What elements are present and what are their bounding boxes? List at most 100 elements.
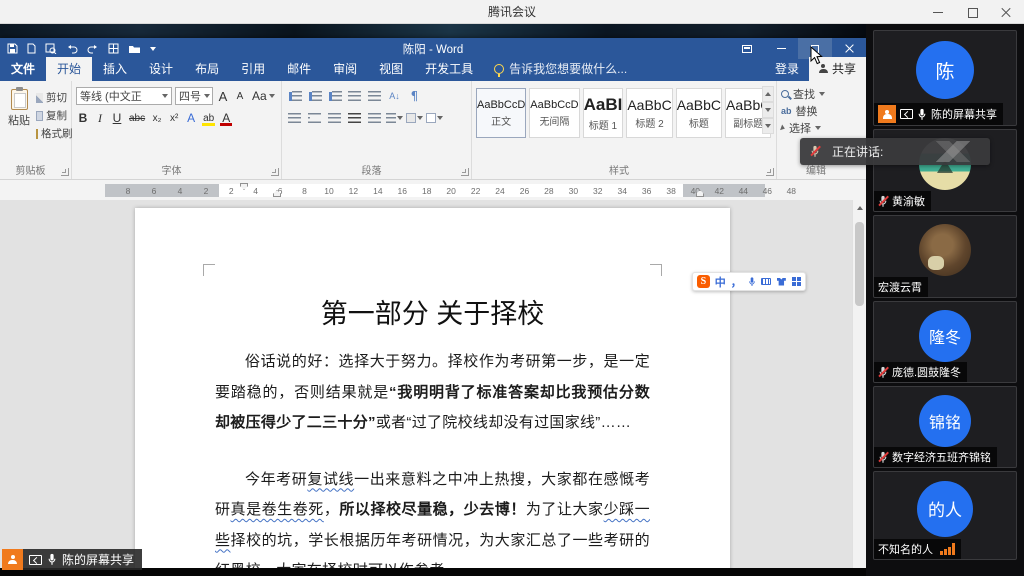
tab-design[interactable]: 设计 [138,57,184,81]
align-left-icon[interactable] [286,109,303,127]
style-title[interactable]: AaBbC 标题 [675,88,723,138]
replace-button[interactable]: ab 替换 [781,102,861,119]
subscript-button[interactable]: x₂ [150,109,164,127]
draw-table-icon[interactable] [108,43,119,54]
print-preview-icon[interactable] [45,43,57,54]
meeting-title: 腾讯会议 [487,5,536,19]
sort-icon[interactable]: A↓ [386,87,403,105]
styles-scroll-down-icon[interactable] [762,102,774,118]
participant-tile-6[interactable]: 的人 不知名的人 [873,471,1017,560]
increase-indent-icon[interactable] [366,87,383,105]
find-button[interactable]: 查找 [781,85,861,102]
font-color-button[interactable]: A [219,109,233,127]
decrease-indent-icon[interactable] [346,87,363,105]
open-folder-icon[interactable] [128,44,141,54]
save-icon[interactable] [7,43,18,54]
new-document-icon[interactable] [27,43,36,54]
sogou-ime-toolbar[interactable]: S 中 ， [692,272,806,291]
style-no-spacing[interactable]: AaBbCcD 无间隔 [529,88,580,138]
style-normal[interactable]: AaBbCcD 正文 [476,88,527,138]
participant-tile-1[interactable]: 陈 陈的屏幕共享 [873,30,1017,126]
document-heading[interactable]: 第一部分 关于择校 [215,292,650,331]
tab-references[interactable]: 引用 [230,57,276,81]
redo-icon[interactable] [87,44,99,54]
style-heading2[interactable]: AaBbC 标题 2 [626,88,673,138]
highlight-color-button[interactable]: ab [201,109,216,127]
ime-voice-icon[interactable] [747,276,757,287]
copy-button[interactable]: 复制 [36,108,67,123]
document-paragraph-1[interactable]: 俗话说的好：选择大于努力。择校作为考研第一步，是一定要踏稳的，否则结果就是“我明… [215,347,650,439]
font-group: 等线 (中文正 四号 A A Aa B I U abc x₂ x² A ab A… [72,81,282,179]
participant-tile-5[interactable]: 锦铭 数字经济五班齐锦铭 [873,386,1017,468]
maximize-icon[interactable] [966,6,978,18]
minimize-icon[interactable] [932,6,944,18]
grow-font-button[interactable]: A [216,87,230,105]
tab-file[interactable]: 文件 [0,57,47,81]
styles-scroll-up-icon[interactable] [762,86,774,102]
word-close-icon[interactable] [832,38,866,59]
ime-chinese-mode-icon[interactable]: 中 [715,274,726,290]
select-button[interactable]: 选择 [780,119,861,136]
shading-icon[interactable] [406,109,423,127]
bullets-icon[interactable] [286,87,303,105]
multilevel-list-icon[interactable] [326,87,343,105]
text-effects-button[interactable]: A [184,109,198,127]
participant-name-bar: 不知名的人 [874,539,961,559]
tab-review[interactable]: 审阅 [322,57,368,81]
format-painter-button[interactable]: 格式刷 [36,126,73,141]
tab-insert[interactable]: 插入 [92,57,138,81]
shrink-font-button[interactable]: A [233,87,247,105]
font-name-combo[interactable]: 等线 (中文正 [76,87,172,105]
justify-icon[interactable] [346,109,363,127]
strikethrough-button[interactable]: abc [127,109,147,127]
ribbon-display-options-icon[interactable] [730,38,764,59]
underline-button[interactable]: U [110,109,124,127]
participant-tile-4[interactable]: 隆冬 庞德.圆鼓隆冬 [873,301,1017,383]
sogou-logo-icon[interactable]: S [697,275,710,288]
style-heading1[interactable]: AaBI 标题 1 [582,88,624,138]
document-page[interactable]: 第一部分 关于择校 俗话说的好：选择大于努力。择校作为考研第一步，是一定要踏稳的… [135,208,730,568]
tell-me-box[interactable]: 告诉我您想要做什么... [484,57,637,81]
qat-customize-icon[interactable] [150,46,156,51]
borders-icon[interactable] [426,109,443,127]
line-spacing-icon[interactable] [386,109,403,127]
scrollbar-thumb[interactable] [855,222,864,306]
tab-developer[interactable]: 开发工具 [414,57,484,81]
clipboard-dialog-launcher-icon[interactable] [61,168,69,176]
styles-dialog-launcher-icon[interactable] [766,168,774,176]
paste-button[interactable]: 粘贴 [4,85,34,128]
italic-button[interactable]: I [93,109,107,127]
align-right-icon[interactable] [326,109,343,127]
document-paragraph-2[interactable]: 今年考研复试线一出来意料之中冲上热搜，大家都在感慨考研真是卷生卷死，所以择校尽量… [215,465,650,569]
close-icon[interactable] [1000,6,1012,18]
distribute-icon[interactable] [366,109,383,127]
ime-keyboard-icon[interactable] [761,276,772,287]
word-minimize-icon[interactable] [764,38,798,59]
styles-gallery-expand-icon[interactable] [762,118,774,134]
ime-toolbox-icon[interactable] [791,276,801,287]
change-case-button[interactable]: Aa [250,87,277,105]
avatar: 陈 [916,41,974,100]
numbering-icon[interactable] [306,87,323,105]
font-dialog-launcher-icon[interactable] [271,168,279,176]
ime-punctuation-icon[interactable]: ， [731,274,742,290]
bold-button[interactable]: B [76,109,90,127]
font-size-combo[interactable]: 四号 [175,87,213,105]
sign-in-button[interactable]: 登录 [765,57,809,81]
tab-home[interactable]: 开始 [46,57,93,81]
tab-mailings[interactable]: 邮件 [276,57,322,81]
align-center-icon[interactable] [306,109,323,127]
tab-layout[interactable]: 布局 [184,57,230,81]
cut-button[interactable]: 剪切 [36,90,67,105]
show-paragraph-marks-icon[interactable]: ¶ [406,87,423,105]
participant-tile-3[interactable]: 宏渡云霄 [873,215,1017,298]
superscript-button[interactable]: x² [167,109,181,127]
document-scrollbar[interactable] [852,200,866,568]
ime-skin-icon[interactable] [776,276,786,287]
paragraph-dialog-launcher-icon[interactable] [461,168,469,176]
tab-view[interactable]: 视图 [368,57,414,81]
undo-icon[interactable] [66,44,78,54]
document-canvas[interactable]: 第一部分 关于择校 俗话说的好：选择大于努力。择校作为考研第一步，是一定要踏稳的… [0,200,866,568]
ruler-bar[interactable]: 8642 2 4 6 8 10 12 14 16 18 20 22 24 26 28 30 32 34 36 38 … [105,184,796,197]
scroll-up-icon[interactable] [857,206,863,210]
